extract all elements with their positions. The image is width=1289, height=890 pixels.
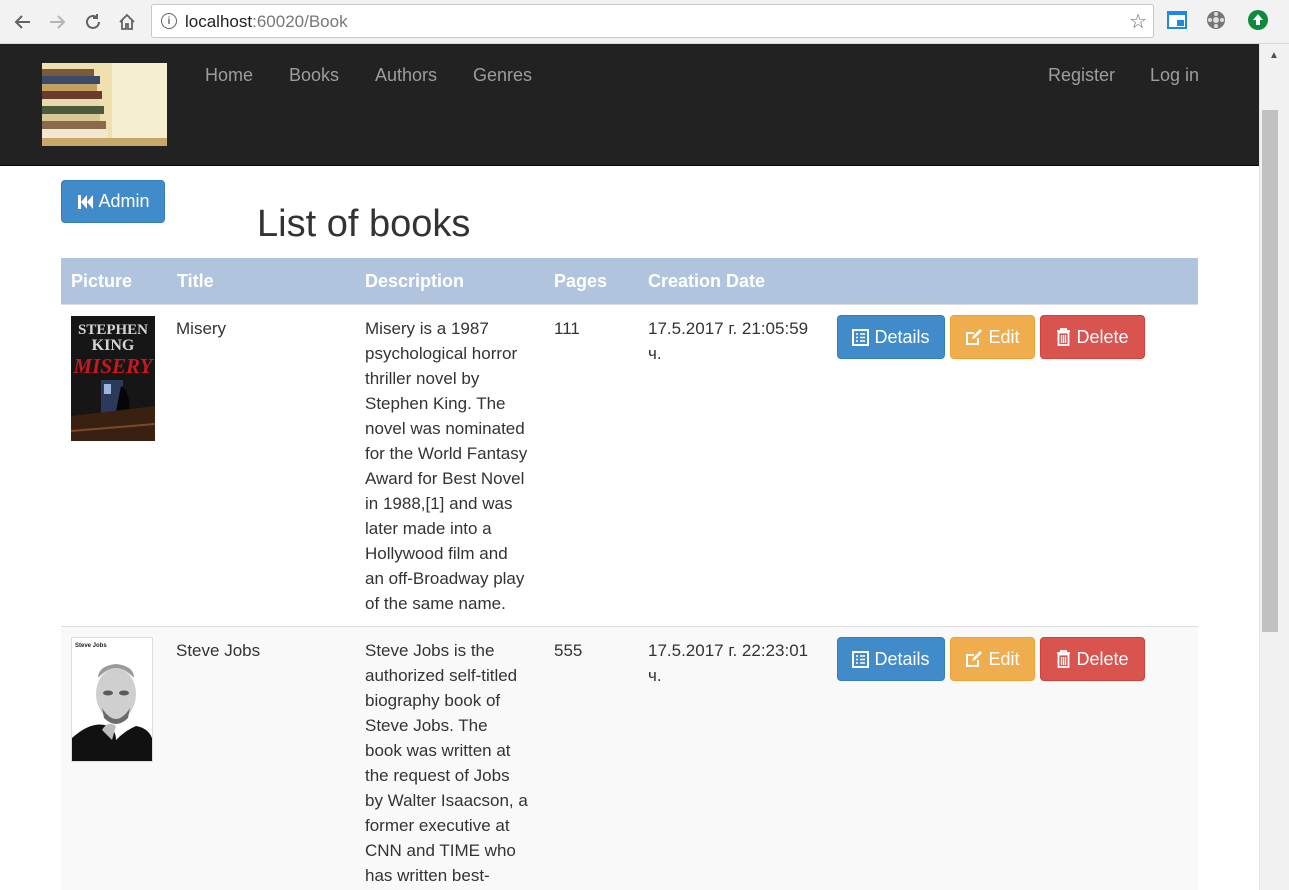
description-line: CNN and TIME who [365, 841, 516, 860]
browser-toolbar: i localhost:60020/Book ☆ [0, 0, 1289, 44]
description-line: Steve Jobs. The [365, 716, 488, 735]
fast-backward-icon [78, 194, 94, 209]
bookmark-star-icon[interactable]: ☆ [1129, 9, 1147, 34]
site-navbar: Home Books Authors Genres Register Log i… [0, 44, 1259, 166]
table-header: Picture Title Description Pages Creation… [61, 258, 1198, 304]
nav-home-link[interactable]: Home [205, 65, 253, 86]
nav-books-link[interactable]: Books [289, 65, 339, 86]
scroll-up-arrow-icon[interactable]: ▲ [1259, 44, 1289, 66]
book-creation-date: 17.5.2017 г. 21:05:59 ч. [648, 316, 823, 366]
extension-film-reel-icon[interactable] [1205, 9, 1229, 33]
edit-button[interactable]: Edit [950, 315, 1035, 359]
description-line: authorized self-titled [365, 666, 518, 685]
column-header-creation-date: Creation Date [648, 271, 766, 291]
description-line: Misery is a 1987 [365, 319, 489, 338]
edit-icon [966, 328, 983, 345]
reload-icon[interactable] [79, 8, 107, 36]
date-line: ч. [648, 666, 662, 685]
edit-button-label: Edit [988, 326, 1020, 347]
cover-author-line1: STEPHEN [78, 322, 148, 338]
list-icon [852, 650, 870, 668]
address-bar[interactable]: i localhost:60020/Book ☆ [151, 4, 1154, 38]
info-icon[interactable]: i [161, 13, 177, 29]
book-creation-date: 17.5.2017 г. 22:23:01 ч. [648, 638, 823, 688]
description-line: novel was nominated [365, 419, 525, 438]
forward-arrow-icon[interactable] [43, 8, 71, 36]
table-row: Steve Jobs Steve Jobs Steve Jobs is the … [61, 626, 1198, 890]
book-pages: 111 [554, 319, 580, 338]
book-description: Steve Jobs is the authorized self-titled… [365, 638, 537, 888]
description-line: for the World Fantasy [365, 444, 528, 463]
description-line: book was written at [365, 741, 511, 760]
nav-authors-link[interactable]: Authors [375, 65, 437, 86]
admin-button-label: Admin [98, 191, 150, 211]
table-row: STEPHEN KING MISERY Misery Misery is a 1… [61, 304, 1198, 626]
description-line: in 1988,[1] and was [365, 494, 513, 513]
description-line: biography book of [365, 691, 501, 710]
delete-button[interactable]: Delete [1040, 637, 1145, 681]
nav-genres-link[interactable]: Genres [473, 65, 532, 86]
edit-icon [966, 650, 983, 667]
misery-book-cover: STEPHEN KING MISERY [71, 316, 155, 441]
book-title: Steve Jobs [176, 641, 261, 660]
url-text[interactable]: localhost:60020/Book [185, 12, 348, 32]
description-line: thriller novel by [365, 369, 480, 388]
date-line: 17.5.2017 г. 22:23:01 [648, 641, 809, 660]
description-line: later made into a [365, 519, 492, 538]
delete-button-label: Delete [1076, 648, 1129, 669]
column-header-picture: Picture [71, 271, 133, 291]
details-button[interactable]: Details [837, 315, 945, 359]
date-line: 17.5.2017 г. 21:05:59 [648, 319, 809, 338]
extension-upload-icon[interactable] [1247, 9, 1271, 33]
details-button-label: Details [874, 326, 930, 347]
book-title: Misery [176, 319, 227, 338]
column-header-title: Title [177, 271, 214, 291]
books-logo-image[interactable] [42, 63, 167, 146]
book-description: Misery is a 1987 psychological horror th… [365, 316, 537, 616]
list-icon [852, 328, 870, 346]
delete-button-label: Delete [1076, 326, 1129, 347]
description-line: has written best- [365, 866, 490, 885]
delete-button[interactable]: Delete [1040, 315, 1145, 359]
back-arrow-icon[interactable] [9, 8, 37, 36]
scrollbar-thumb[interactable] [1262, 110, 1278, 632]
page-title: List of books [257, 203, 471, 245]
description-line: of the same name. [365, 594, 506, 613]
description-line: Steve Jobs is the [365, 641, 495, 660]
column-header-description: Description [365, 271, 465, 291]
edit-button-label: Edit [988, 648, 1020, 669]
nav-register-link[interactable]: Register [1048, 65, 1115, 86]
description-line: psychological horror [365, 344, 518, 363]
description-line: Stephen King. The [365, 394, 506, 413]
admin-back-button[interactable]: Admin [61, 180, 165, 223]
steve-jobs-book-cover: Steve Jobs [71, 637, 153, 762]
nav-login-link[interactable]: Log in [1150, 65, 1199, 86]
cover-title: MISERY [73, 354, 155, 378]
home-icon[interactable] [113, 8, 141, 36]
details-button[interactable]: Details [837, 637, 945, 681]
column-header-pages: Pages [554, 271, 608, 291]
cover-author-line2: KING [92, 337, 135, 354]
extension-window-icon[interactable] [1166, 9, 1190, 33]
trash-icon [1057, 328, 1071, 346]
description-line: former executive at [365, 816, 510, 835]
cover-title: Steve Jobs [75, 643, 107, 649]
description-line: Award for Best Novel [365, 469, 525, 488]
description-line: Hollywood film and [365, 544, 508, 563]
date-line: ч. [648, 344, 662, 363]
description-line: an off-Broadway play [365, 569, 525, 588]
edit-button[interactable]: Edit [950, 637, 1035, 681]
description-line: by Walter Isaacson, a [365, 791, 528, 810]
trash-icon [1057, 650, 1071, 668]
description-line: the request of Jobs [365, 766, 510, 785]
details-button-label: Details [874, 648, 930, 669]
book-pages: 555 [554, 641, 583, 660]
